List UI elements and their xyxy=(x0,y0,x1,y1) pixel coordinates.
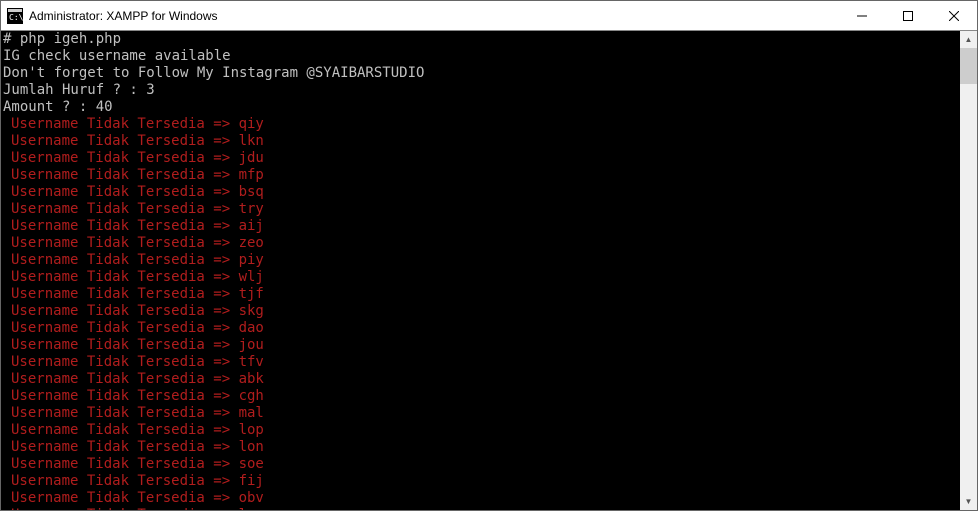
minimize-button[interactable] xyxy=(839,1,885,30)
vertical-scrollbar[interactable]: ▲ ▼ xyxy=(960,31,977,510)
terminal-line: IG check username available xyxy=(3,48,958,65)
titlebar[interactable]: C:\ Administrator: XAMPP for Windows xyxy=(1,1,977,31)
terminal-line: Username Tidak Tersedia => wlj xyxy=(3,269,958,286)
terminal-line: Username Tidak Tersedia => lop xyxy=(3,422,958,439)
terminal-line: Amount ? : 40 xyxy=(3,99,958,116)
terminal-line: Username Tidak Tersedia => mfp xyxy=(3,167,958,184)
scroll-up-arrow-icon[interactable]: ▲ xyxy=(960,31,977,48)
scroll-track[interactable] xyxy=(960,48,977,493)
terminal-line: Username Tidak Tersedia => skg xyxy=(3,303,958,320)
cmd-icon: C:\ xyxy=(7,8,23,24)
terminal-line: Username Tidak Tersedia => lyo xyxy=(3,507,958,510)
terminal-line: Username Tidak Tersedia => aij xyxy=(3,218,958,235)
terminal-line: Username Tidak Tersedia => dao xyxy=(3,320,958,337)
maximize-button[interactable] xyxy=(885,1,931,30)
terminal-line: Username Tidak Tersedia => piy xyxy=(3,252,958,269)
terminal-output[interactable]: # php igeh.phpIG check username availabl… xyxy=(1,31,960,510)
terminal-line: Username Tidak Tersedia => bsq xyxy=(3,184,958,201)
content-area: # php igeh.phpIG check username availabl… xyxy=(1,31,977,510)
terminal-line: Username Tidak Tersedia => jdu xyxy=(3,150,958,167)
terminal-line: Username Tidak Tersedia => fij xyxy=(3,473,958,490)
terminal-line: Username Tidak Tersedia => obv xyxy=(3,490,958,507)
app-window: C:\ Administrator: XAMPP for Windows # p… xyxy=(0,0,978,511)
terminal-line: Don't forget to Follow My Instagram @SYA… xyxy=(3,65,958,82)
terminal-line: Username Tidak Tersedia => jou xyxy=(3,337,958,354)
terminal-line: Username Tidak Tersedia => tjf xyxy=(3,286,958,303)
svg-text:C:\: C:\ xyxy=(9,13,23,22)
terminal-line: Username Tidak Tersedia => abk xyxy=(3,371,958,388)
terminal-line: Jumlah Huruf ? : 3 xyxy=(3,82,958,99)
window-title: Administrator: XAMPP for Windows xyxy=(29,9,218,23)
terminal-line: Username Tidak Tersedia => try xyxy=(3,201,958,218)
window-buttons xyxy=(839,1,977,30)
terminal-line: Username Tidak Tersedia => cgh xyxy=(3,388,958,405)
terminal-line: Username Tidak Tersedia => lkn xyxy=(3,133,958,150)
terminal-line: # php igeh.php xyxy=(3,31,958,48)
scroll-thumb[interactable] xyxy=(960,48,977,84)
terminal-line: Username Tidak Tersedia => lon xyxy=(3,439,958,456)
terminal-line: Username Tidak Tersedia => mal xyxy=(3,405,958,422)
close-button[interactable] xyxy=(931,1,977,30)
terminal-line: Username Tidak Tersedia => tfv xyxy=(3,354,958,371)
terminal-line: Username Tidak Tersedia => qiy xyxy=(3,116,958,133)
terminal-line: Username Tidak Tersedia => zeo xyxy=(3,235,958,252)
terminal-line: Username Tidak Tersedia => soe xyxy=(3,456,958,473)
scroll-down-arrow-icon[interactable]: ▼ xyxy=(960,493,977,510)
